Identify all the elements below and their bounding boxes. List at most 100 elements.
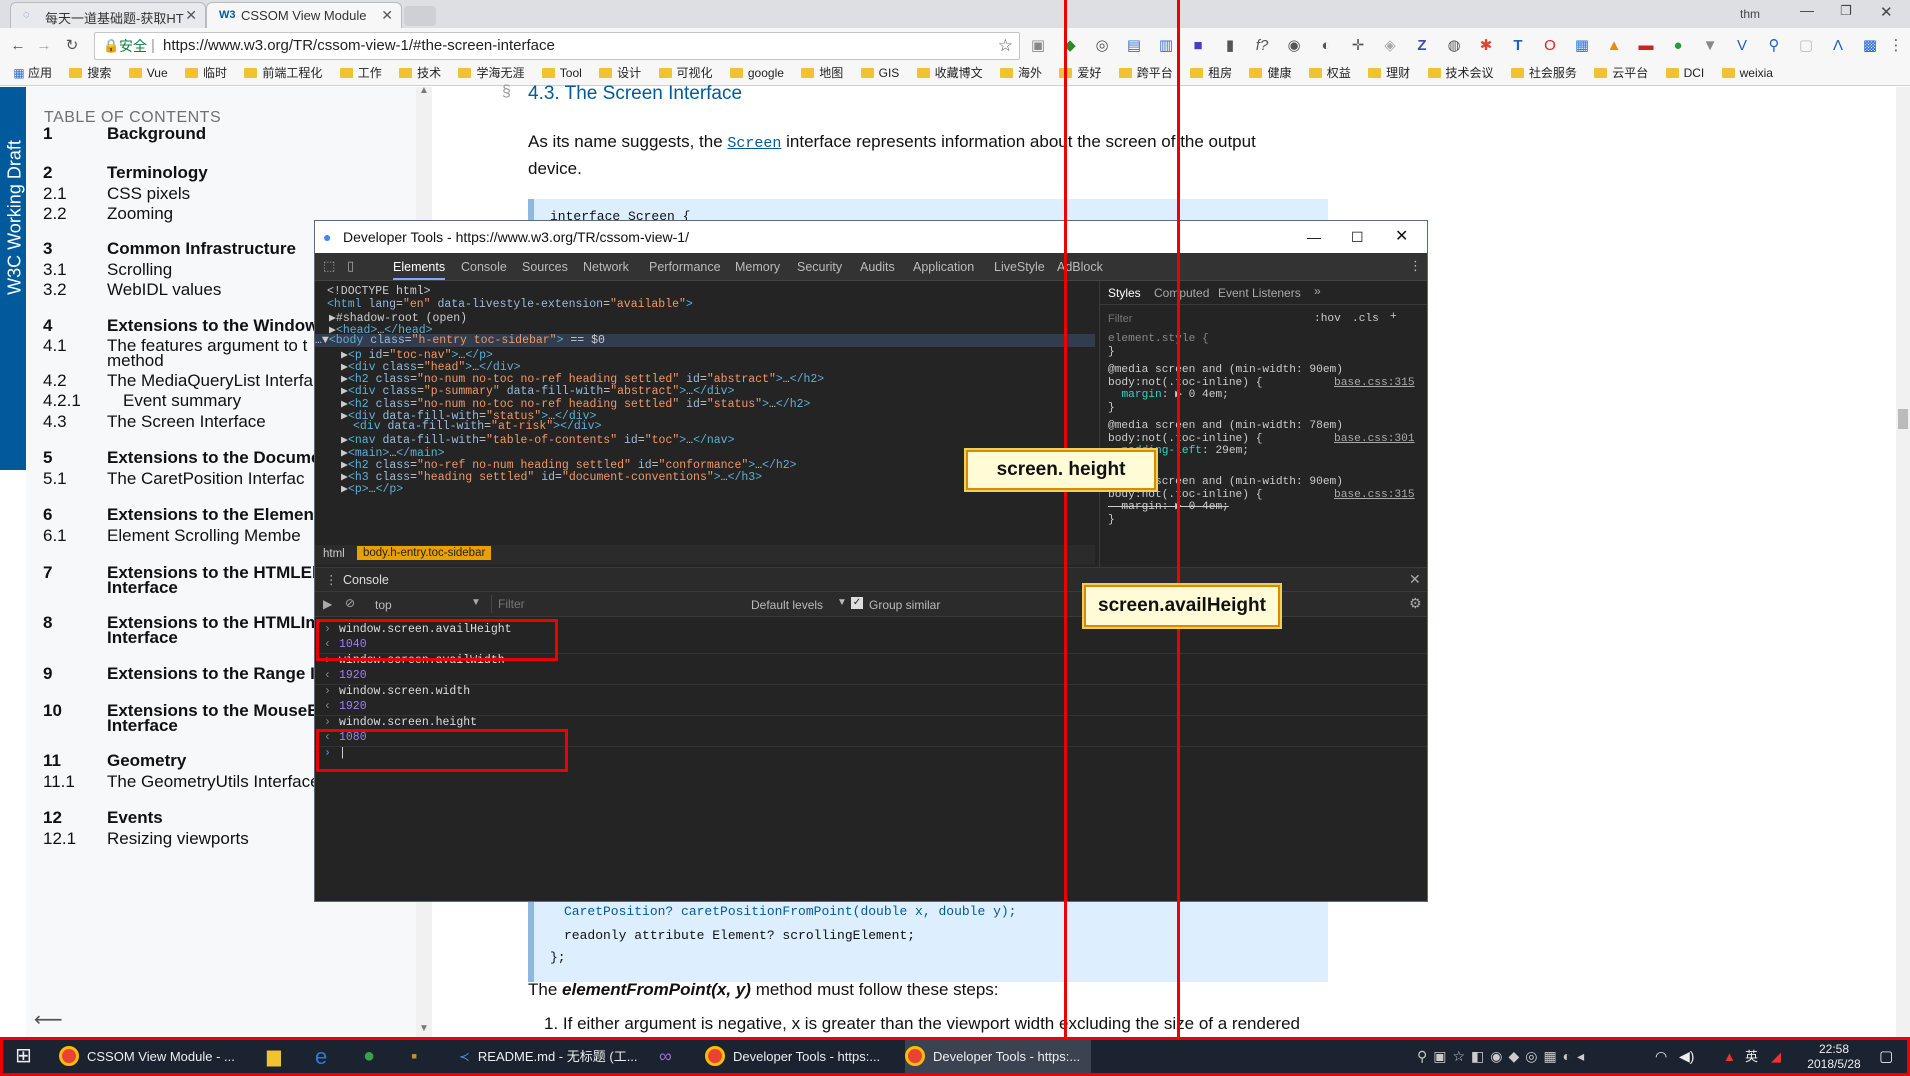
- bookmark-folder[interactable]: Vue: [128, 66, 168, 80]
- extension-icon[interactable]: ⚲: [1764, 36, 1784, 56]
- extension-icon[interactable]: ✱: [1476, 36, 1496, 56]
- bookmark-folder[interactable]: 工作: [339, 64, 382, 81]
- scroll-thumb[interactable]: [1898, 409, 1908, 429]
- taskbar-app-chrome[interactable]: CSSOM View Module - ...: [59, 1040, 269, 1073]
- bookmark-folder[interactable]: 社会服务: [1510, 64, 1577, 81]
- scroll-down-icon[interactable]: ▼: [419, 1023, 429, 1034]
- volume-icon[interactable]: ◀): [1679, 1040, 1694, 1073]
- app-icon[interactable]: ●: [363, 1040, 375, 1073]
- tab-application[interactable]: Application: [913, 260, 974, 274]
- extension-icon[interactable]: ✛: [1348, 36, 1368, 56]
- minimize-icon[interactable]: —: [1800, 2, 1814, 18]
- tab-livestyle[interactable]: LiveStyle: [994, 260, 1045, 274]
- device-toolbar-icon[interactable]: ▯: [347, 258, 354, 274]
- extension-icon[interactable]: ▣: [1028, 36, 1048, 56]
- tab-performance[interactable]: Performance: [649, 260, 721, 274]
- inspect-icon[interactable]: ⬚: [323, 258, 335, 274]
- tab-network[interactable]: Network: [583, 260, 629, 274]
- bookmark-folder[interactable]: DCI: [1665, 66, 1704, 80]
- bookmark-folder[interactable]: 学海无涯: [458, 64, 524, 81]
- clock[interactable]: 22:58 2018/5/28: [1799, 1040, 1869, 1073]
- extension-icon[interactable]: ◍: [1444, 36, 1464, 56]
- chevron-down-icon[interactable]: ▼: [471, 597, 481, 608]
- bookmark-folder[interactable]: 海外: [1000, 64, 1042, 81]
- extension-icon[interactable]: ●: [1668, 36, 1688, 56]
- extension-icon[interactable]: ▢: [1796, 36, 1816, 56]
- sidebar-toggle-icon[interactable]: ▶: [323, 597, 332, 611]
- bookmark-folder[interactable]: GIS: [860, 66, 899, 80]
- devtools-menu-icon[interactable]: ⋮: [1409, 258, 1422, 274]
- bookmark-folder[interactable]: 搜索: [69, 64, 111, 81]
- close-tab-icon[interactable]: ✕: [185, 7, 197, 24]
- chrome-menu-icon[interactable]: ⋮: [1886, 36, 1906, 56]
- extension-icon[interactable]: ■: [1188, 36, 1208, 56]
- notification-icon[interactable]: ▢: [1879, 1040, 1893, 1073]
- ime-indicator[interactable]: 英: [1745, 1040, 1758, 1073]
- extension-icon[interactable]: ◉: [1284, 36, 1304, 56]
- minimize-icon[interactable]: —: [1307, 221, 1321, 253]
- taskbar-app-vscode[interactable]: ≺ README.md - 无标题 (工...: [459, 1040, 645, 1073]
- tab-basics[interactable]: ◌ 每天一道基础题-获取HT ✕: [10, 2, 206, 28]
- dom-node[interactable]: ▶<p>…</p>: [341, 481, 403, 496]
- bookmark-folder[interactable]: Tool: [541, 66, 582, 80]
- bookmark-folder[interactable]: 地图: [801, 64, 843, 81]
- context-select[interactable]: top: [375, 598, 392, 612]
- close-window-icon[interactable]: ✕: [1880, 3, 1893, 21]
- page-scrollbar[interactable]: [1896, 87, 1910, 1037]
- tray-app-icon[interactable]: ▲: [1723, 1040, 1736, 1073]
- tab-memory[interactable]: Memory: [735, 260, 780, 274]
- restore-icon[interactable]: ❐: [1840, 3, 1852, 19]
- extension-icon[interactable]: ▦: [1572, 36, 1592, 56]
- windows-start-icon[interactable]: ⊞: [15, 1040, 32, 1073]
- chevron-down-icon[interactable]: ▼: [837, 597, 847, 608]
- bookmark-folder[interactable]: 前端工程化: [244, 64, 322, 81]
- maximize-icon[interactable]: ☐: [1351, 221, 1364, 253]
- extension-icon[interactable]: ▬: [1636, 36, 1656, 56]
- extension-icon[interactable]: ◐: [1316, 36, 1336, 56]
- console-filter-input[interactable]: Filter: [491, 595, 687, 613]
- profile-name[interactable]: thm: [1740, 7, 1760, 21]
- screen-link[interactable]: Screen: [727, 135, 781, 152]
- extension-icon[interactable]: ◆: [1060, 36, 1080, 56]
- reload-icon[interactable]: ↻: [62, 36, 82, 56]
- bookmark-folder[interactable]: 可视化: [658, 64, 713, 81]
- extension-icon[interactable]: ▩: [1860, 36, 1880, 56]
- back-icon[interactable]: ←: [8, 36, 28, 56]
- extension-icon[interactable]: ▮: [1220, 36, 1240, 56]
- bookmark-folder[interactable]: 权益: [1308, 64, 1351, 81]
- bookmark-folder[interactable]: 技术会议: [1427, 64, 1494, 81]
- close-tab-icon[interactable]: ✕: [381, 7, 393, 24]
- extension-icon[interactable]: ◈: [1380, 36, 1400, 56]
- close-drawer-icon[interactable]: ✕: [1409, 571, 1421, 588]
- bookmark-folder[interactable]: 租房: [1190, 64, 1232, 81]
- crumb-html[interactable]: html: [323, 548, 345, 560]
- sublime-icon[interactable]: ▪: [411, 1040, 417, 1073]
- bookmark-folder[interactable]: 云平台: [1594, 64, 1648, 81]
- new-tab-button[interactable]: [404, 6, 436, 26]
- visual-studio-icon[interactable]: ∞: [659, 1040, 672, 1073]
- dom-node[interactable]: ▶<h3 class="heading settled" id="documen…: [341, 469, 762, 484]
- extension-icon[interactable]: T: [1508, 36, 1528, 56]
- network-icon[interactable]: ◠: [1655, 1040, 1667, 1073]
- console-title[interactable]: Console: [343, 573, 389, 587]
- add-rule-icon[interactable]: +: [1390, 311, 1397, 323]
- close-icon[interactable]: ✕: [1395, 221, 1408, 253]
- tray-app-icon[interactable]: ◢: [1771, 1040, 1781, 1073]
- tab-elements[interactable]: Elements: [393, 260, 446, 280]
- dom-node[interactable]: <!DOCTYPE html>: [327, 285, 431, 298]
- bookmark-star-icon[interactable]: ☆: [998, 33, 1013, 59]
- more-tabs-icon[interactable]: »: [1314, 284, 1321, 298]
- bookmark-folder[interactable]: weixia: [1721, 66, 1773, 80]
- extension-icon[interactable]: ▲: [1604, 36, 1624, 56]
- address-bar[interactable]: 🔒 安全 | https://www.w3.org/TR/cssom-view-…: [94, 32, 1020, 60]
- dom-node-selected[interactable]: …▼<body class="h-entry toc-sidebar"> == …: [315, 334, 1095, 347]
- tab-styles[interactable]: Styles: [1108, 286, 1141, 300]
- hov-toggle[interactable]: :hov: [1314, 313, 1341, 325]
- file-explorer-icon[interactable]: ▆: [267, 1040, 281, 1073]
- extension-icon[interactable]: O: [1540, 36, 1560, 56]
- extension-icon[interactable]: ◎: [1092, 36, 1112, 56]
- forward-icon[interactable]: →: [34, 36, 54, 56]
- clear-console-icon[interactable]: ⊘: [345, 596, 355, 610]
- extension-icon[interactable]: ▤: [1124, 36, 1144, 56]
- cls-toggle[interactable]: .cls: [1352, 313, 1379, 325]
